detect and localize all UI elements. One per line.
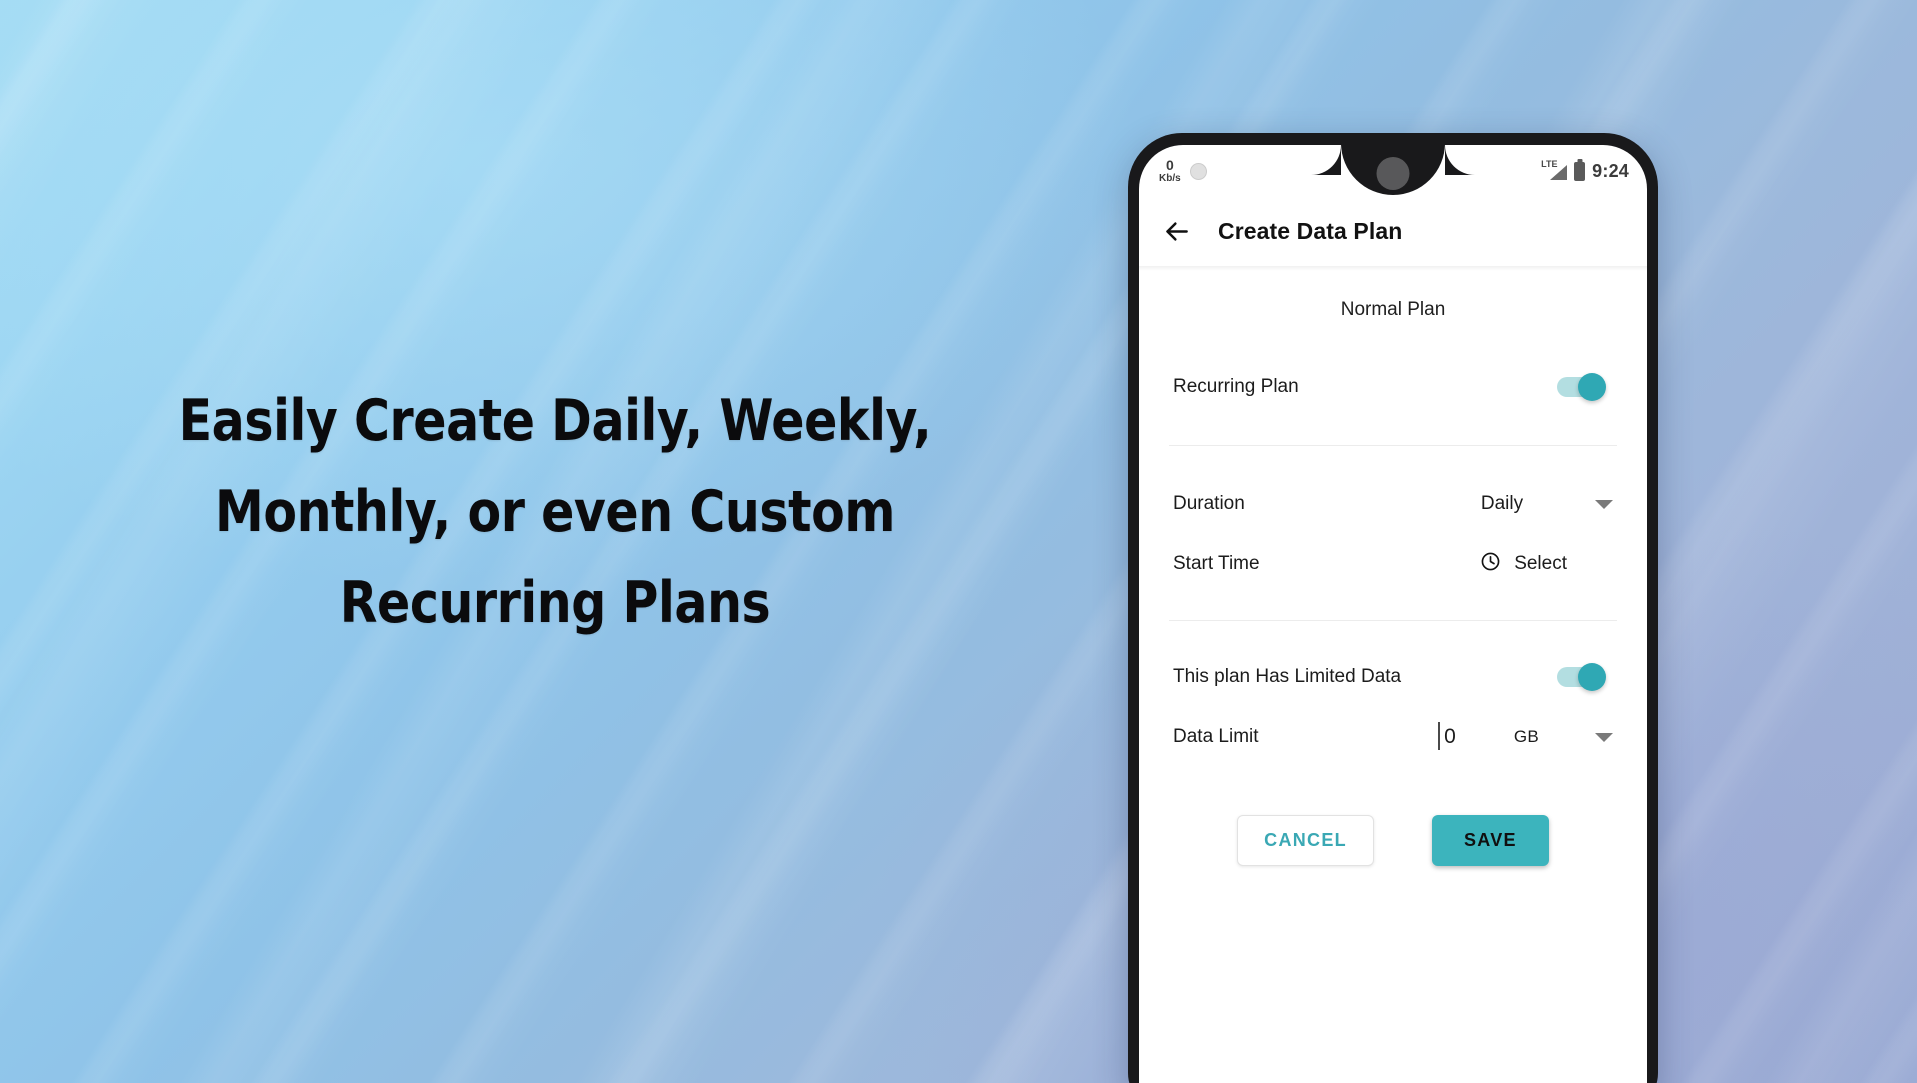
page-title: Create Data Plan bbox=[1218, 218, 1403, 244]
network-speed-indicator: 0 Kb/s bbox=[1159, 158, 1181, 184]
data-limit-input[interactable]: 0 bbox=[1438, 722, 1456, 750]
start-time-action-label: Select bbox=[1514, 553, 1567, 574]
data-limit-controls[interactable]: 0 GB bbox=[1438, 722, 1613, 750]
row-data-limit[interactable]: Data Limit 0 GB bbox=[1173, 707, 1613, 767]
toggle-thumb bbox=[1578, 373, 1606, 401]
cancel-button[interactable]: CANCEL bbox=[1237, 815, 1374, 866]
clock-icon bbox=[1480, 551, 1501, 577]
create-data-plan-form: Normal Plan Recurring Plan Duration Dail… bbox=[1139, 266, 1647, 1083]
chevron-down-icon[interactable] bbox=[1595, 732, 1613, 742]
row-duration[interactable]: Duration Daily bbox=[1173, 474, 1613, 534]
promo-headline: Easily Create Daily, Weekly, Monthly, or… bbox=[78, 376, 1033, 649]
form-actions: CANCEL SAVE bbox=[1173, 815, 1613, 866]
recurring-plan-toggle[interactable] bbox=[1557, 373, 1613, 401]
start-time-label: Start Time bbox=[1173, 553, 1260, 574]
battery-icon bbox=[1574, 161, 1586, 181]
status-notification-icon bbox=[1189, 162, 1207, 180]
duration-selector[interactable]: Daily bbox=[1465, 493, 1613, 515]
headline-line-2: Monthly, or even Custom bbox=[214, 479, 895, 545]
app-bar-shadow bbox=[1139, 266, 1647, 271]
spacer-below-start-time bbox=[1173, 594, 1613, 620]
duration-value: Daily bbox=[1480, 493, 1524, 514]
limited-data-toggle[interactable] bbox=[1557, 663, 1613, 691]
row-limited-data[interactable]: This plan Has Limited Data bbox=[1173, 647, 1613, 707]
spacer-above-duration bbox=[1173, 446, 1613, 474]
recurring-plan-label: Recurring Plan bbox=[1173, 376, 1299, 397]
toggle-thumb bbox=[1578, 663, 1606, 691]
data-limit-label: Data Limit bbox=[1173, 726, 1259, 747]
row-recurring-plan[interactable]: Recurring Plan bbox=[1173, 357, 1613, 417]
network-speed-value: 0 bbox=[1165, 157, 1174, 173]
status-bar-right: LTE 9:24 bbox=[1541, 159, 1629, 182]
data-limit-unit: GB bbox=[1513, 727, 1539, 746]
status-bar: 0 Kb/s LTE 9:24 bbox=[1139, 145, 1647, 197]
back-arrow-icon[interactable] bbox=[1163, 218, 1190, 245]
plan-type-label: Normal Plan bbox=[1340, 299, 1446, 320]
limited-data-label: This plan Has Limited Data bbox=[1173, 666, 1402, 687]
status-bar-clock: 9:24 bbox=[1592, 160, 1629, 181]
chevron-down-icon[interactable] bbox=[1595, 499, 1613, 509]
phone-screen: 0 Kb/s LTE 9:24 Create Data Plan Normal … bbox=[1139, 145, 1647, 1083]
app-bar: Create Data Plan bbox=[1139, 197, 1647, 266]
row-start-time[interactable]: Start Time Select bbox=[1173, 534, 1613, 594]
text-cursor bbox=[1438, 722, 1440, 750]
status-bar-left: 0 Kb/s bbox=[1159, 158, 1207, 184]
data-limit-value: 0 bbox=[1444, 725, 1456, 748]
duration-label: Duration bbox=[1173, 493, 1245, 514]
headline-line-1: Easily Create Daily, Weekly, bbox=[178, 388, 932, 454]
spacer-above-limited-data bbox=[1173, 621, 1613, 647]
network-speed-unit: Kb/s bbox=[1159, 173, 1181, 184]
save-button[interactable]: SAVE bbox=[1431, 815, 1549, 866]
headline-line-3: Recurring Plans bbox=[339, 570, 771, 636]
phone-mockup: 0 Kb/s LTE 9:24 Create Data Plan Normal … bbox=[1128, 133, 1658, 1083]
signal-strength-icon: LTE bbox=[1541, 159, 1568, 181]
start-time-selector[interactable]: Select bbox=[1480, 551, 1567, 577]
spacer-below-recurring bbox=[1173, 417, 1613, 445]
signal-bars-icon bbox=[1550, 165, 1568, 180]
spacer-above-recurring bbox=[1173, 321, 1613, 357]
